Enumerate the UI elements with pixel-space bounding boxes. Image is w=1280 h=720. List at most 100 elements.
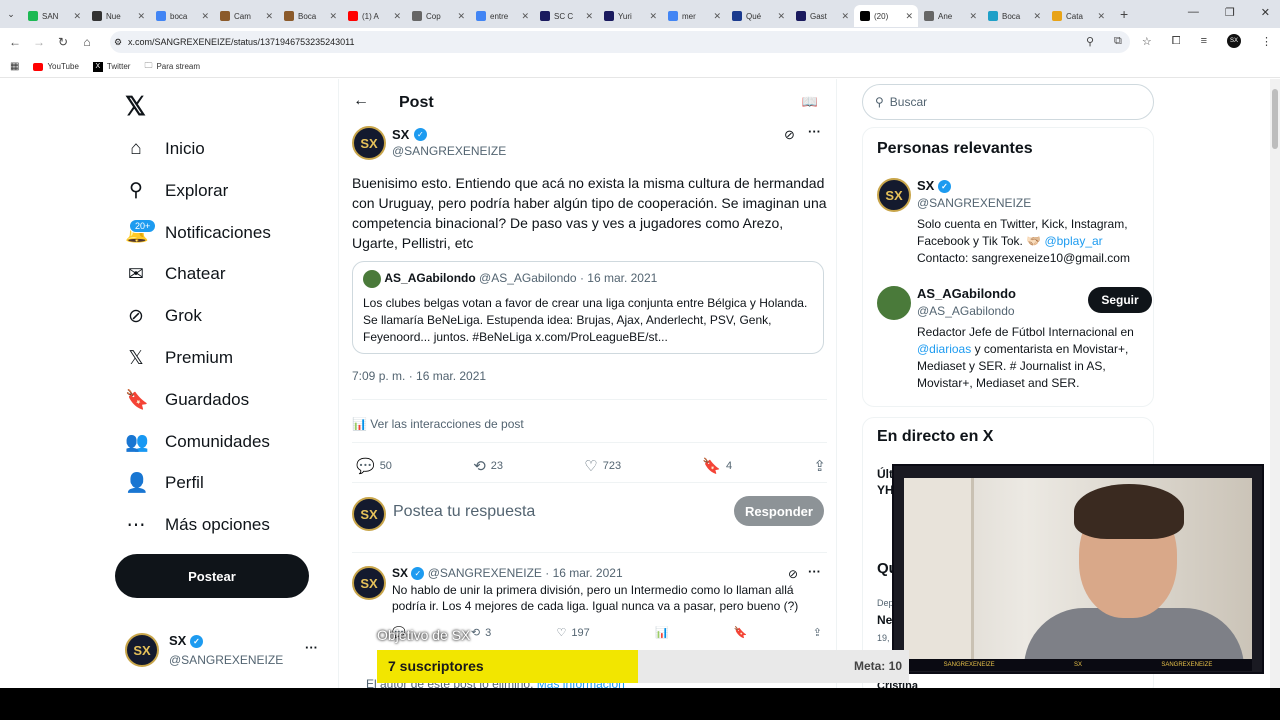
scrollbar-thumb[interactable]: [1272, 89, 1278, 149]
bio-link[interactable]: @bplay_ar: [1044, 234, 1102, 248]
nav-item-notificaciones[interactable]: 🔔 20+ Notificaciones: [125, 213, 271, 253]
browser-tab[interactable]: (20) ✕: [854, 5, 918, 27]
x-logo-icon[interactable]: 𝕏: [125, 91, 146, 122]
account-more-icon[interactable]: ···: [305, 640, 318, 655]
nav-item-perfil[interactable]: 👤 Perfil: [125, 463, 204, 503]
tab-close-icon[interactable]: ✕: [393, 11, 401, 22]
nav-item-premium[interactable]: 𝕏 Premium: [125, 338, 233, 378]
browser-tab[interactable]: Nue ✕: [86, 5, 150, 27]
browser-tab[interactable]: Cam ✕: [214, 5, 278, 27]
tab-close-icon[interactable]: ✕: [649, 11, 657, 22]
browser-tab[interactable]: Qué ✕: [726, 5, 790, 27]
tab-close-icon[interactable]: ✕: [1097, 11, 1105, 22]
media-icon[interactable]: ≡: [1201, 35, 1207, 47]
tab-close-icon[interactable]: ✕: [841, 11, 849, 22]
search-input[interactable]: ⚲ Buscar: [862, 84, 1154, 120]
tweet-author-name[interactable]: SX: [392, 127, 409, 142]
browser-tab[interactable]: Boca ✕: [982, 5, 1046, 27]
tweet-avatar[interactable]: SX: [352, 126, 386, 160]
reply-bookmark-button[interactable]: 🔖: [734, 626, 748, 639]
tab-list-icon[interactable]: ⌄: [0, 9, 22, 20]
site-info-icon[interactable]: ⚙: [114, 37, 122, 48]
share-button[interactable]: ⇪: [813, 457, 826, 475]
apps-icon[interactable]: ▦: [10, 61, 19, 72]
nav-item-explorar[interactable]: ⚲ Explorar: [125, 171, 228, 211]
reply-views-button[interactable]: 📊: [655, 626, 669, 639]
post-button[interactable]: Postear: [115, 554, 309, 598]
follow-button[interactable]: Seguir: [1088, 287, 1152, 313]
account-switcher[interactable]: SX SX ✓ @SANGREXENEIZE ···: [125, 630, 325, 670]
tab-close-icon[interactable]: ✕: [73, 11, 81, 22]
tab-close-icon[interactable]: ✕: [1033, 11, 1041, 22]
tab-close-icon[interactable]: ✕: [713, 11, 721, 22]
nav-item-comunidades[interactable]: 👥 Comunidades: [125, 422, 270, 462]
forward-icon[interactable]: →: [27, 35, 51, 49]
reply-repost-button[interactable]: ⟲ 3: [471, 626, 491, 640]
back-icon[interactable]: ←: [3, 35, 27, 49]
reply-share-button[interactable]: ⇪: [813, 626, 822, 639]
extensions-icon[interactable]: ⧠: [1172, 35, 1181, 48]
nav-item-inicio[interactable]: ⌂ Inicio: [125, 129, 204, 169]
like-button[interactable]: ♡ 723: [584, 457, 621, 475]
reply-input[interactable]: Postea tu respuesta: [393, 503, 535, 521]
browser-tab[interactable]: SC C ✕: [534, 5, 598, 27]
browser-profile-avatar[interactable]: SX: [1227, 34, 1241, 48]
browser-tab[interactable]: mer ✕: [662, 5, 726, 27]
view-interactions-link[interactable]: 📊 Ver las interacciones de post: [352, 417, 524, 431]
bookmark-youtube[interactable]: YouTube: [33, 62, 79, 71]
tab-close-icon[interactable]: ✕: [585, 11, 593, 22]
tab-close-icon[interactable]: ✕: [905, 11, 913, 22]
bookmark-twitter[interactable]: X Twitter: [92, 61, 130, 72]
install-icon[interactable]: ⧉: [1114, 35, 1122, 48]
browser-tab[interactable]: entre ✕: [470, 5, 534, 27]
repost-button[interactable]: ⟲ 23: [473, 457, 503, 475]
tab-close-icon[interactable]: ✕: [137, 11, 145, 22]
browser-tab[interactable]: Cop ✕: [406, 5, 470, 27]
browser-tab[interactable]: Gast ✕: [790, 5, 854, 27]
close-window-icon[interactable]: ✕: [1261, 6, 1270, 19]
page-scrollbar[interactable]: [1270, 79, 1280, 688]
home-browser-icon[interactable]: ⌂: [75, 35, 99, 49]
tab-close-icon[interactable]: ✕: [457, 11, 465, 22]
reply-more-icon[interactable]: ···: [808, 564, 821, 579]
nav-item-ms-opciones[interactable]: ⋯ Más opciones: [125, 505, 270, 545]
tweet-more-icon[interactable]: ···: [808, 124, 821, 139]
reload-icon[interactable]: ↻: [51, 35, 75, 49]
browser-tab[interactable]: boca ✕: [150, 5, 214, 27]
tab-close-icon[interactable]: ✕: [201, 11, 209, 22]
nav-item-chatear[interactable]: ✉ Chatear: [125, 254, 225, 294]
browser-tab[interactable]: Yuri ✕: [598, 5, 662, 27]
tab-close-icon[interactable]: ✕: [777, 11, 785, 22]
quoted-tweet[interactable]: AS_AGabilondo @AS_AGabilondo · 16 mar. 2…: [352, 261, 824, 354]
nav-item-grok[interactable]: ⊘ Grok: [125, 296, 202, 336]
minimize-icon[interactable]: —: [1188, 6, 1199, 19]
reply-like-button[interactable]: ♡ 197: [556, 626, 589, 640]
relevant-person[interactable]: AS_AGabilondo @AS_AGabilondo Seguir Reda…: [877, 286, 1152, 396]
tab-close-icon[interactable]: ✕: [265, 11, 273, 22]
bookmark-para-stream[interactable]: 🗀 Para stream: [144, 60, 200, 74]
zoom-icon[interactable]: ⚲: [1086, 35, 1094, 48]
browser-tab[interactable]: Cata ✕: [1046, 5, 1110, 27]
browser-tab[interactable]: SAN ✕: [22, 5, 86, 27]
browser-tab[interactable]: Boca ✕: [278, 5, 342, 27]
star-icon[interactable]: ☆: [1142, 35, 1152, 48]
tweet-author-handle[interactable]: @SANGREXENEIZE: [392, 144, 506, 158]
browser-tab[interactable]: Ane ✕: [918, 5, 982, 27]
back-arrow-icon[interactable]: ←: [353, 92, 369, 110]
bio-link[interactable]: @diarioas: [917, 342, 971, 356]
browser-tab[interactable]: (1) A ✕: [342, 5, 406, 27]
bookmark-button[interactable]: 🔖 4: [702, 457, 732, 475]
tweet-timestamp[interactable]: 7:09 p. m. · 16 mar. 2021: [352, 369, 486, 383]
reply-submit-button[interactable]: Responder: [734, 496, 824, 526]
tab-close-icon[interactable]: ✕: [521, 11, 529, 22]
maximize-icon[interactable]: ❐: [1225, 6, 1235, 19]
grok-icon[interactable]: ⊘: [784, 127, 795, 143]
relevant-person[interactable]: SX SX ✓ @SANGREXENEIZE Solo cuenta en Tw…: [877, 178, 1147, 273]
reply-button[interactable]: 💬 50: [356, 457, 392, 475]
tab-close-icon[interactable]: ✕: [329, 11, 337, 22]
url-field[interactable]: ⚙ x.com/SANGREXENEIZE/status/13719467532…: [110, 31, 1130, 53]
trend-name[interactable]: Ne: [877, 613, 892, 627]
browser-menu-icon[interactable]: ⋮: [1261, 35, 1272, 48]
new-tab-button[interactable]: +: [1120, 6, 1128, 22]
grok-icon[interactable]: ⊘: [788, 567, 798, 581]
